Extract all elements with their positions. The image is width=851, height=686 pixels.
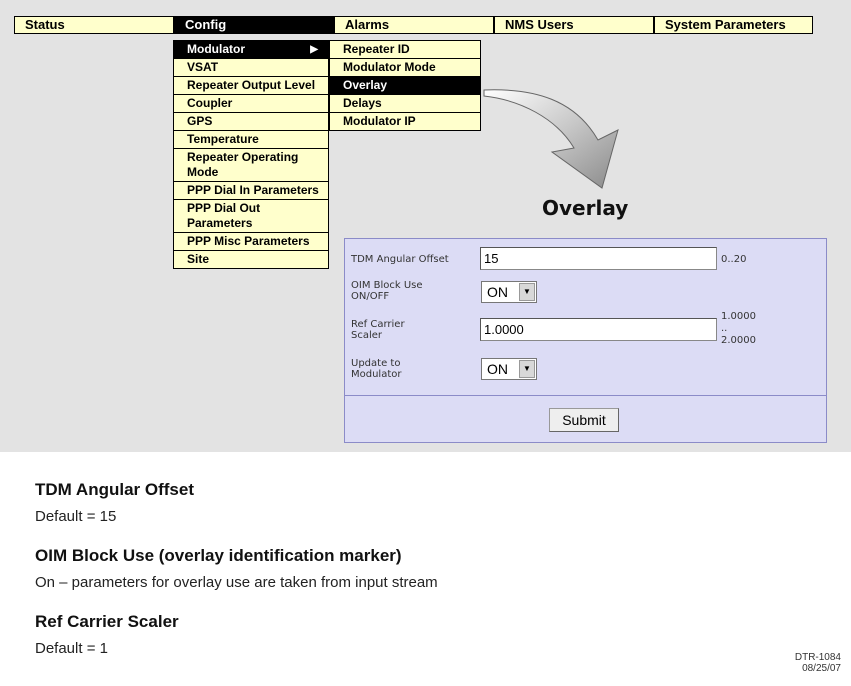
tdm-range-hint: 0..20 (721, 254, 747, 265)
update-to-modulator-select[interactable]: ON ▼ (481, 358, 537, 380)
oim-block-use-select[interactable]: ON ▼ (481, 281, 537, 303)
tdm-angular-offset-label: TDM Angular Offset (351, 254, 449, 265)
oim-block-use-label-line2: ON/OFF (351, 291, 390, 302)
oim-block-use-label-line1: OIM Block Use (351, 280, 423, 291)
page-title: Overlay (542, 196, 629, 220)
chevron-down-icon[interactable]: ▼ (519, 360, 535, 378)
ref-range-hint-sep: .. (721, 323, 728, 334)
note-heading-oim: OIM Block Use (overlay identification ma… (35, 546, 402, 565)
ref-range-hint-max: 2.0000 (721, 335, 756, 346)
app-screen: Status Config Alarms NMS Users System Pa… (0, 0, 851, 452)
ref-carrier-scaler-label-line1: Ref Carrier (351, 319, 405, 330)
update-to-modulator-label-line2: Modulator (351, 369, 402, 380)
document-date: 08/25/07 (802, 663, 841, 674)
chevron-down-icon[interactable]: ▼ (519, 283, 535, 301)
note-text-oim: On – parameters for overlay use are take… (35, 574, 438, 591)
submit-button[interactable]: Submit (549, 408, 619, 432)
ref-carrier-scaler-label-line2: Scaler (351, 330, 383, 341)
document-id: DTR-1084 (794, 652, 841, 663)
update-to-modulator-value: ON (487, 361, 508, 377)
ref-range-hint-min: 1.0000 (721, 311, 756, 322)
update-to-modulator-label-line1: Update to (351, 358, 401, 369)
note-text-ref: Default = 1 (35, 640, 108, 657)
overlay-form-panel: TDM Angular Offset 15 0..20 OIM Block Us… (344, 238, 827, 443)
oim-block-use-value: ON (487, 284, 508, 300)
tdm-angular-offset-input[interactable]: 15 (480, 247, 717, 270)
document-footer: DTR-1084 08/25/07 (795, 652, 841, 674)
note-heading-tdm: TDM Angular Offset (35, 480, 194, 499)
form-divider (345, 395, 826, 396)
ref-carrier-scaler-input[interactable]: 1.0000 (480, 318, 717, 341)
note-text-tdm: Default = 15 (35, 508, 117, 525)
note-heading-ref: Ref Carrier Scaler (35, 612, 179, 631)
